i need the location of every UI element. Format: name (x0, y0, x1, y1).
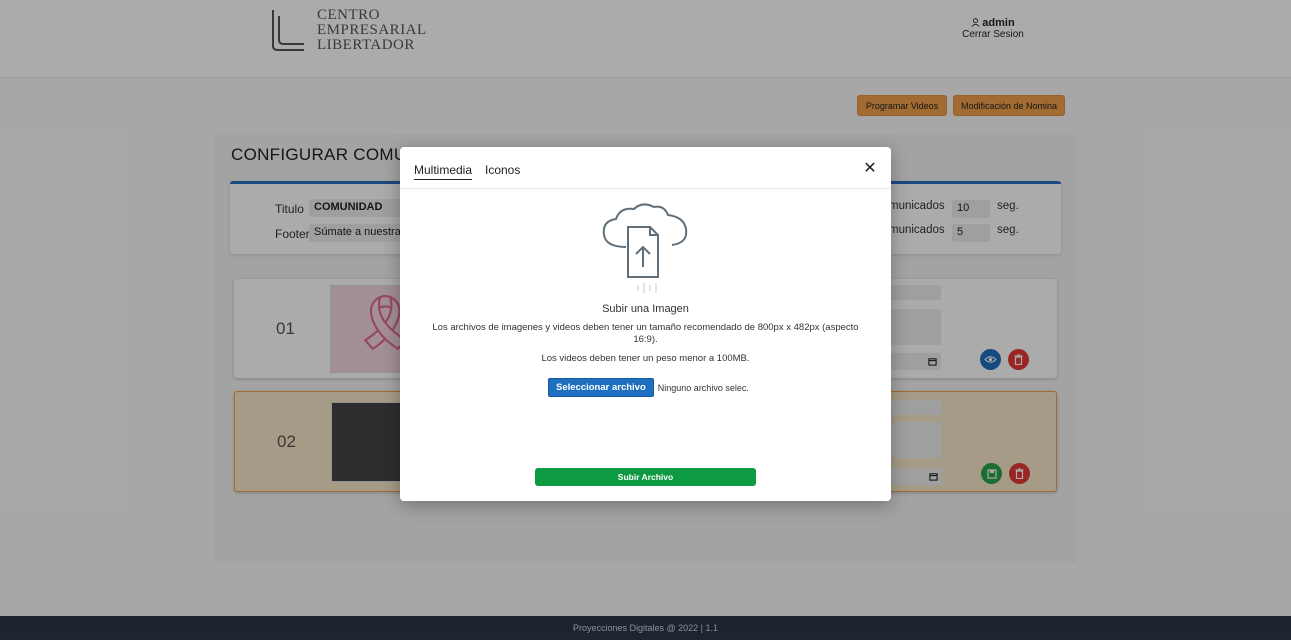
cloud-upload-icon (602, 203, 688, 293)
modal-header: Multimedia Iconos ✕ (400, 147, 891, 189)
size-note: Los archivos de imagenes y videos deben … (432, 322, 859, 345)
file-picker: Seleccionar archivo Ninguno archivo sele… (548, 378, 749, 397)
upload-modal: Multimedia Iconos ✕ Subir una Imagen Los… (400, 147, 891, 501)
upload-file-button[interactable]: Subir Archivo (535, 468, 756, 486)
weight-note: Los videos deben tener un peso menor a 1… (541, 353, 750, 364)
select-file-button[interactable]: Seleccionar archivo (548, 378, 654, 397)
close-icon[interactable]: ✕ (862, 161, 878, 177)
upload-title: Subir una Imagen (602, 303, 689, 315)
tab-multimedia[interactable]: Multimedia (414, 163, 473, 180)
file-status: Ninguno archivo selec. (657, 382, 749, 393)
tab-iconos[interactable]: Iconos (485, 163, 520, 179)
